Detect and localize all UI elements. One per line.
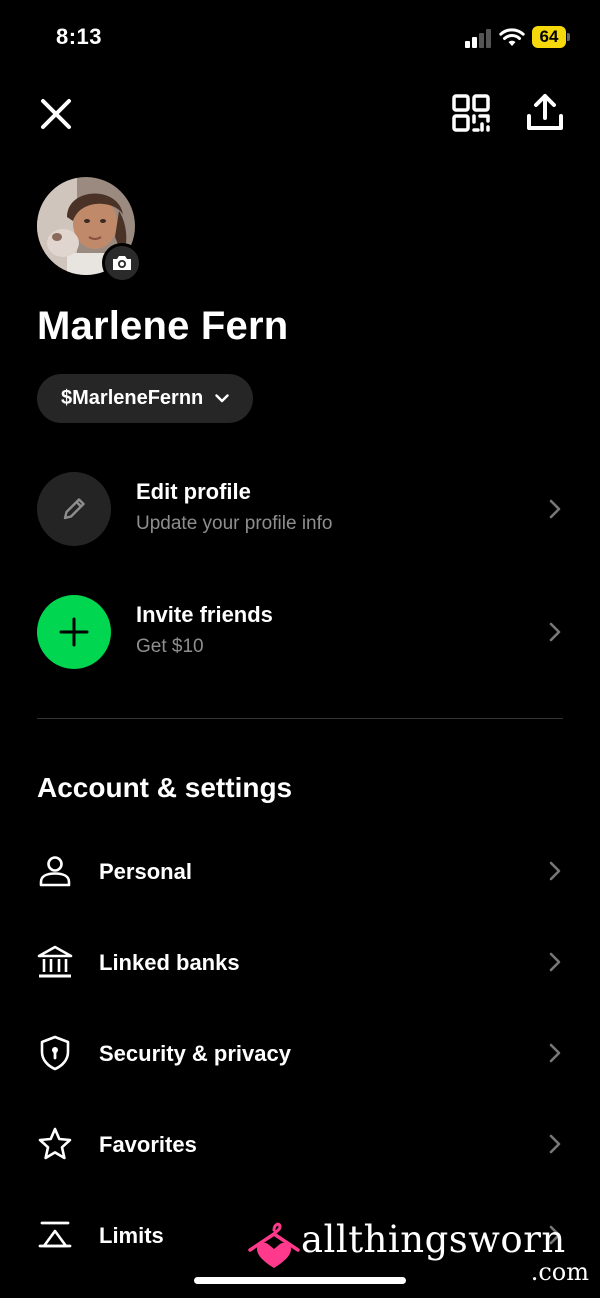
settings-item-label: Linked banks bbox=[99, 950, 240, 975]
watermark-suffix: .com bbox=[530, 1258, 589, 1286]
settings-item-label: Limits bbox=[99, 1223, 164, 1248]
hanger-heart-logo-icon bbox=[248, 1222, 300, 1268]
section-title: Account & settings bbox=[37, 772, 293, 803]
edit-profile-title: Edit profile bbox=[136, 479, 251, 504]
star-icon bbox=[37, 1126, 73, 1162]
invite-friends-icon-circle bbox=[37, 595, 111, 669]
chevron-right-icon bbox=[547, 1040, 563, 1066]
settings-item-security-privacy[interactable]: Security & privacy bbox=[37, 1031, 563, 1075]
chevron-right-icon bbox=[547, 858, 563, 884]
invite-friends-title: Invite friends bbox=[136, 602, 273, 627]
chevron-right-icon bbox=[547, 619, 563, 645]
cashtag-selector[interactable]: $MarleneFernn bbox=[37, 374, 254, 423]
home-indicator[interactable] bbox=[194, 1277, 406, 1284]
edit-profile-subtitle: Update your profile info bbox=[136, 513, 333, 534]
limits-icon bbox=[37, 1217, 73, 1253]
battery-icon: 64 bbox=[532, 26, 570, 48]
qr-code-button[interactable] bbox=[449, 91, 493, 135]
camera-icon bbox=[113, 256, 131, 270]
change-photo-button[interactable] bbox=[102, 243, 142, 283]
settings-item-linked-banks[interactable]: Linked banks bbox=[37, 940, 563, 984]
settings-item-personal[interactable]: Personal bbox=[37, 849, 563, 893]
invite-friends-row[interactable]: Invite friends Get $10 bbox=[37, 595, 563, 669]
close-icon bbox=[41, 99, 71, 129]
share-button[interactable] bbox=[522, 89, 568, 135]
plus-icon bbox=[59, 617, 89, 647]
settings-item-label: Personal bbox=[99, 859, 192, 884]
chevron-right-icon bbox=[547, 496, 563, 522]
invite-friends-subtitle: Get $10 bbox=[136, 636, 204, 657]
settings-item-label: Favorites bbox=[99, 1132, 197, 1157]
person-icon bbox=[37, 853, 73, 889]
status-time: 8:13 bbox=[56, 24, 103, 49]
cashtag-label: $MarleneFernn bbox=[61, 387, 204, 409]
pencil-icon bbox=[63, 498, 85, 520]
status-bar: 8:13 64 bbox=[0, 0, 600, 76]
qr-code-icon bbox=[452, 94, 490, 132]
wifi-icon bbox=[499, 26, 525, 48]
chevron-right-icon bbox=[547, 1131, 563, 1157]
edit-profile-icon-circle bbox=[37, 472, 111, 546]
chevron-down-icon bbox=[215, 394, 229, 403]
share-upload-icon bbox=[527, 94, 563, 130]
shield-icon bbox=[37, 1035, 73, 1071]
settings-item-label: Security & privacy bbox=[99, 1041, 291, 1066]
chevron-right-icon bbox=[547, 949, 563, 975]
watermark-text: allthingsworn bbox=[301, 1218, 566, 1261]
divider bbox=[37, 718, 563, 719]
profile-name: Marlene Fern bbox=[37, 304, 289, 348]
cellular-signal-icon bbox=[465, 28, 493, 48]
close-button[interactable] bbox=[34, 92, 78, 136]
bank-icon bbox=[37, 944, 73, 980]
battery-level: 64 bbox=[532, 26, 566, 48]
settings-item-favorites[interactable]: Favorites bbox=[37, 1122, 563, 1166]
edit-profile-row[interactable]: Edit profile Update your profile info bbox=[37, 472, 563, 546]
